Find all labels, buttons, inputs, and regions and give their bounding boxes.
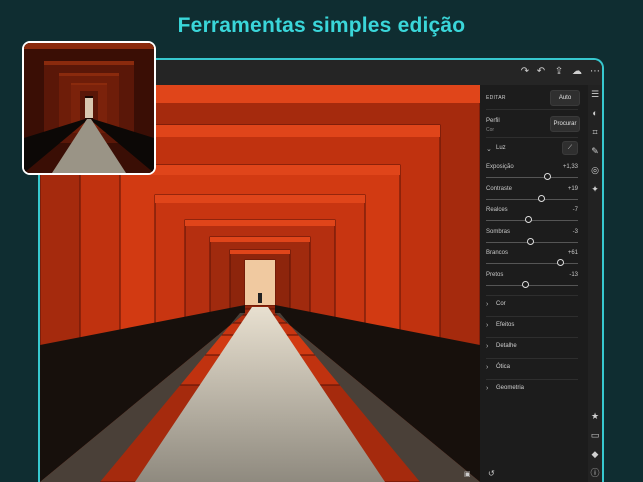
original-photo-thumbnail <box>24 43 154 173</box>
slider-track[interactable] <box>486 284 578 286</box>
chevron-down-icon: ⌄ <box>486 146 492 153</box>
slider-label: Sombras <box>486 228 511 235</box>
slider-value[interactable]: -7 <box>573 207 578 213</box>
brush-icon[interactable]: ✎ <box>590 146 600 156</box>
divider <box>486 358 578 359</box>
star-icon[interactable]: ★ <box>590 411 600 421</box>
comment-icon[interactable]: ▭ <box>590 430 600 440</box>
curve-button[interactable]: ⟋ <box>562 141 578 155</box>
browse-profiles-button[interactable]: Procurar <box>550 116 580 132</box>
divider <box>486 379 578 380</box>
panel-title: EDITAR <box>486 95 506 101</box>
slider-label: Realces <box>486 207 508 213</box>
section-header[interactable]: › Geometria <box>486 385 578 397</box>
chevron-right-icon: › <box>486 364 489 371</box>
section-label: Ótica <box>496 364 511 370</box>
slider-label: Brancos <box>486 250 509 256</box>
divider <box>486 316 578 317</box>
info-icon[interactable]: ⓘ <box>590 468 600 478</box>
light-label: Luz <box>496 145 506 151</box>
chevron-right-icon: › <box>486 301 489 308</box>
curve-icon: ⟋ <box>567 145 573 151</box>
slider-value[interactable]: -3 <box>573 229 578 235</box>
slider-knob[interactable] <box>537 194 545 202</box>
divider <box>486 109 578 110</box>
section-header[interactable]: › Ótica <box>486 364 578 376</box>
slider-row: Brancos +61 <box>486 250 578 270</box>
redo-icon[interactable]: ↷ <box>519 66 531 78</box>
share-icon[interactable]: ⇪ <box>553 66 565 78</box>
slider-knob[interactable] <box>526 237 534 245</box>
section-header[interactable]: › Detalhe <box>486 343 578 355</box>
slider-track[interactable] <box>486 263 578 264</box>
slider-label: Exposição <box>486 164 514 170</box>
section-header[interactable]: › Cor <box>486 301 578 313</box>
slider-value[interactable]: +1,33 <box>563 164 578 170</box>
profile-value: Cor <box>486 127 495 133</box>
slider-knob[interactable] <box>524 216 532 223</box>
slider-row: Realces -7 <box>486 207 578 227</box>
divider <box>486 337 578 338</box>
slider-row: Exposição +1,33 <box>486 164 578 184</box>
divider <box>486 137 578 138</box>
slider-value[interactable]: -13 <box>569 272 578 278</box>
slider-track[interactable] <box>486 177 578 178</box>
tool-rail: ☰ ◐ ⌗ ✎ ◎ ✦ ★ ▭ ◆ ⓘ <box>588 85 602 482</box>
headline: Ferramentas simples edição <box>177 14 466 37</box>
original-thumbnail <box>22 41 156 175</box>
chevron-right-icon: › <box>486 385 489 392</box>
slider-row: Sombras -3 <box>486 229 578 249</box>
profile-label: Perfil <box>486 118 500 124</box>
slider-label: Contraste <box>486 185 513 192</box>
history-icon[interactable]: ↺ <box>488 469 498 478</box>
presets-icon[interactable]: ◐ <box>590 108 600 118</box>
slider-track[interactable] <box>486 220 578 221</box>
healing-icon[interactable]: ✦ <box>590 184 600 194</box>
chevron-right-icon: › <box>486 343 489 350</box>
tag-icon[interactable]: ◆ <box>590 449 600 459</box>
section-label: Cor <box>496 301 506 307</box>
section-label: Geometria <box>496 385 525 391</box>
chevron-right-icon: › <box>486 322 489 329</box>
more-icon[interactable]: ⋯ <box>589 66 601 78</box>
selective-icon[interactable]: ◎ <box>590 165 600 175</box>
slider-value[interactable]: +19 <box>568 186 578 192</box>
slider-value[interactable]: +61 <box>568 250 578 256</box>
photo-info-icon[interactable]: ▣ <box>464 470 474 478</box>
sliders-icon[interactable]: ☰ <box>590 89 600 99</box>
slider-track[interactable] <box>486 198 578 200</box>
slider-knob[interactable] <box>522 280 530 288</box>
undo-icon[interactable]: ↶ <box>535 66 547 78</box>
slider-row: Pretos -13 <box>486 272 578 292</box>
slider-knob[interactable] <box>557 259 565 266</box>
divider <box>486 295 578 296</box>
section-label: Efeitos <box>496 322 515 328</box>
cloud-sync-icon[interactable]: ☁ <box>571 66 583 78</box>
edit-panel: EDITAR Auto Perfil Cor Procurar ⌄ Luz ⟋ … <box>480 85 588 482</box>
slider-label: Pretos <box>486 271 504 278</box>
crop-icon[interactable]: ⌗ <box>590 127 600 137</box>
auto-button[interactable]: Auto <box>550 90 580 106</box>
section-header[interactable]: › Efeitos <box>486 322 578 334</box>
section-label: Detalhe <box>496 343 517 349</box>
slider-row: Contraste +19 <box>486 186 578 206</box>
slider-knob[interactable] <box>544 173 552 180</box>
